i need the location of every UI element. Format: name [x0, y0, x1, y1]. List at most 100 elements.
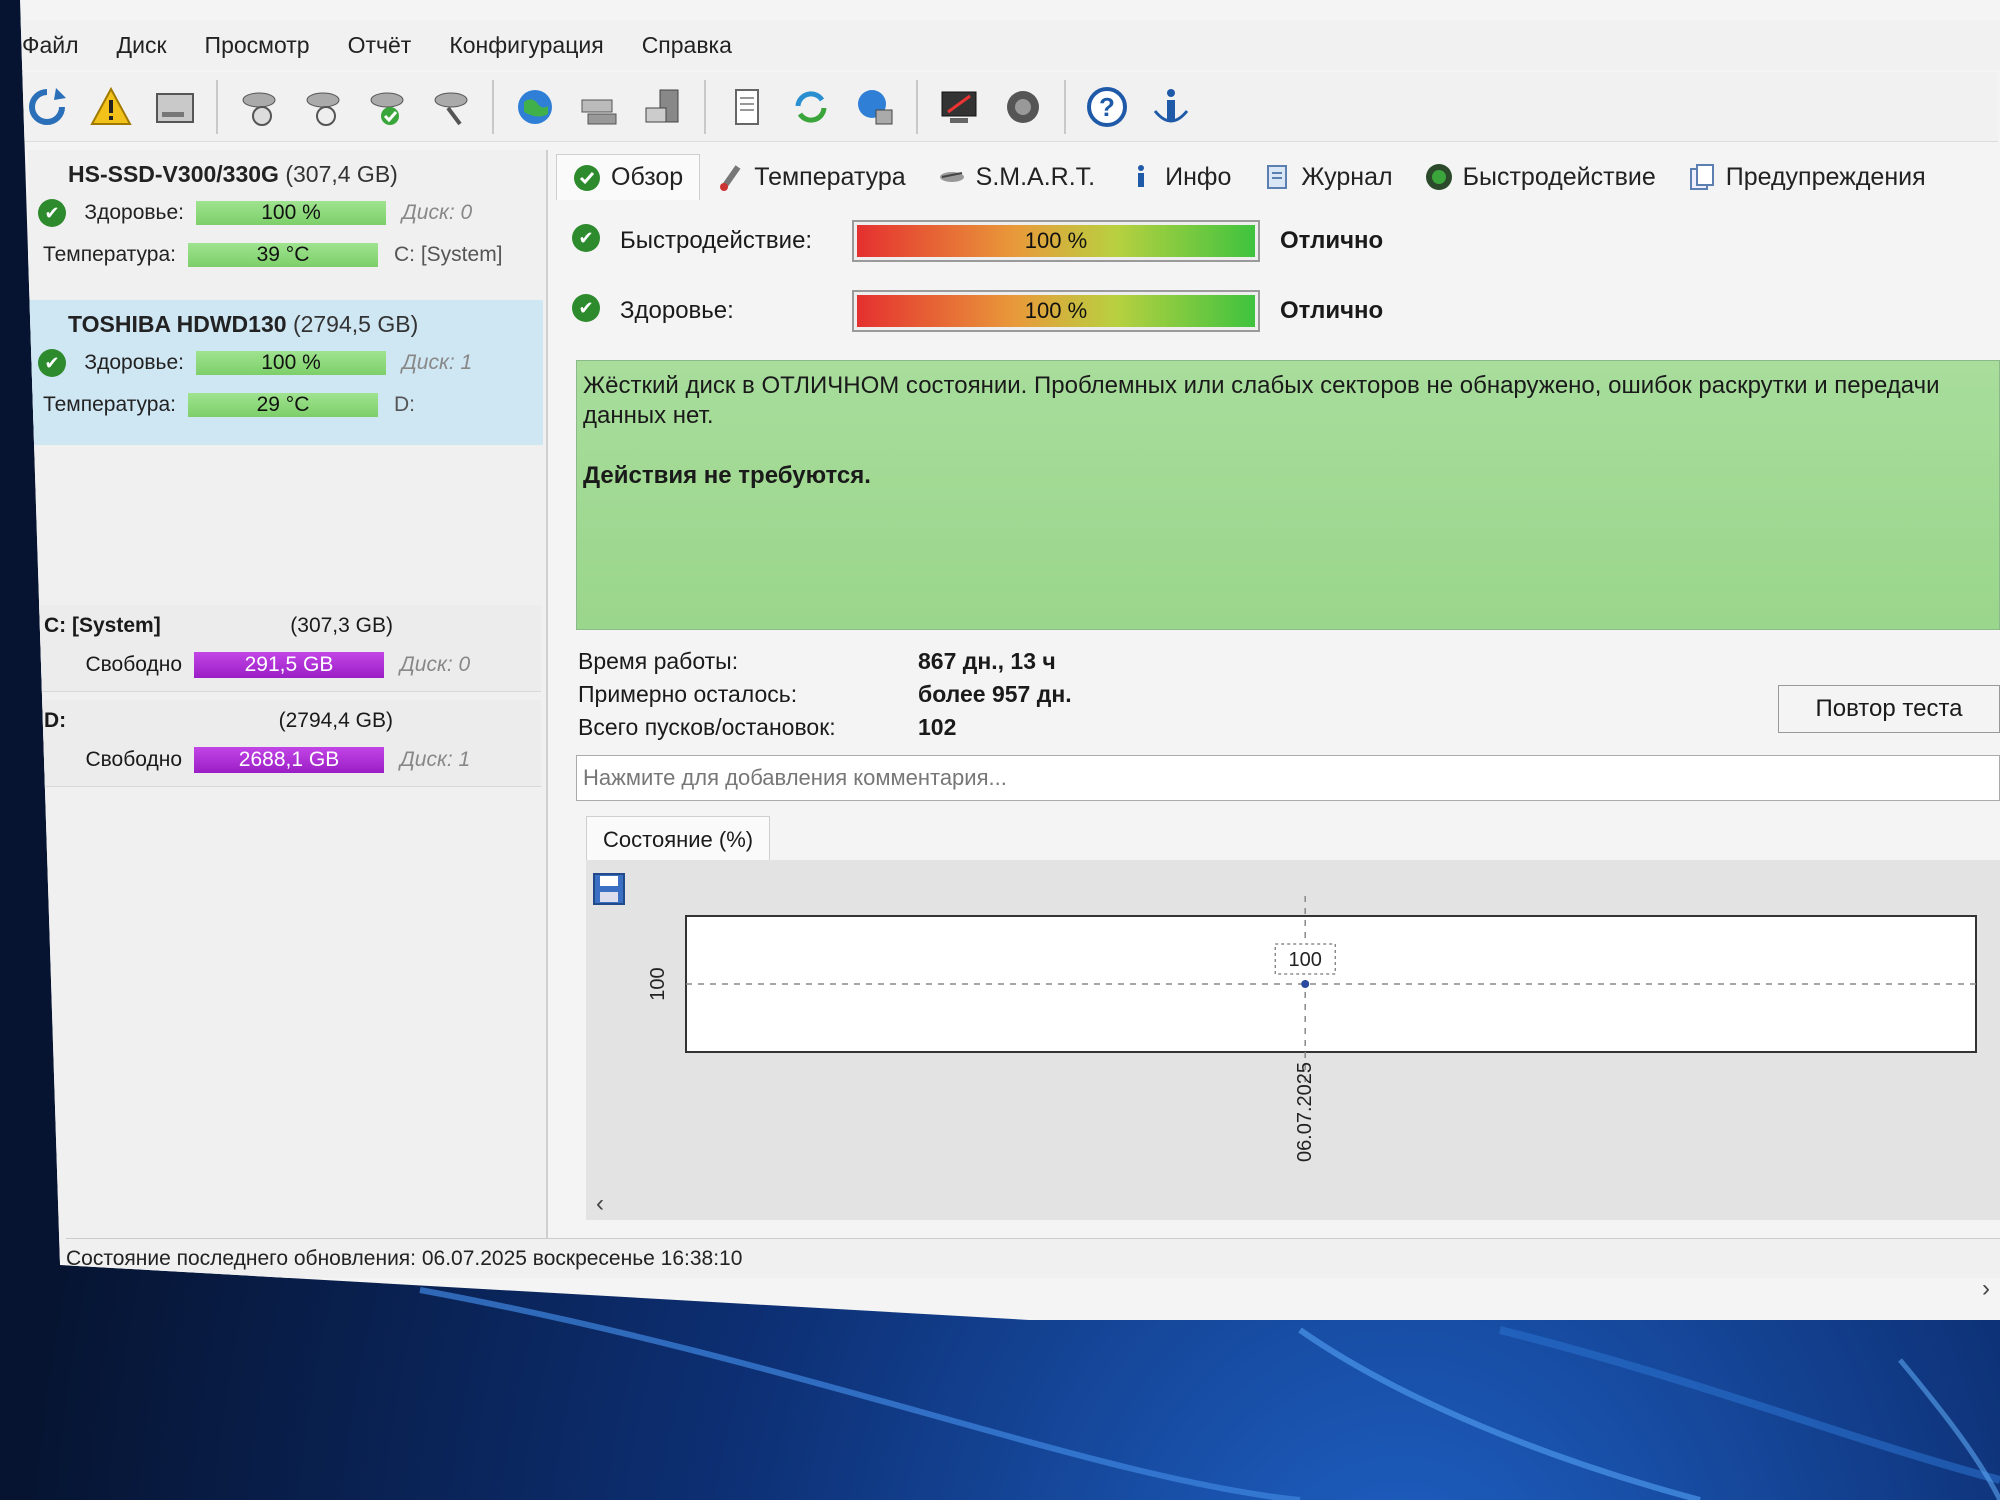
volume-card-d[interactable]: D: (2794,4 GB) Свободно 2688,1 GB Диск: … — [36, 700, 541, 787]
menu-config[interactable]: Конфигурация — [449, 32, 603, 59]
tab-journal[interactable]: Журнал — [1247, 154, 1408, 200]
uptime-value: 867 дн., 13 ч — [918, 648, 1056, 674]
free-space-bar: 291,5 GB — [194, 652, 384, 678]
disk-ok-icon[interactable] — [364, 84, 410, 130]
chart-x-tick-label: 06.07.2025 — [1294, 1062, 1316, 1162]
disk-volume: D: — [394, 393, 415, 416]
health-label: Здоровье: — [84, 351, 184, 374]
globe-icon[interactable] — [512, 84, 558, 130]
disk-b-icon[interactable] — [300, 84, 346, 130]
health-label-wrap: ✔ Здоровье: — [572, 294, 852, 325]
check-circle-icon — [573, 164, 601, 192]
stats-block: Время работы: 867 дн., 13 ч Примерно ост… — [578, 645, 1072, 744]
performance-meter: 100 % — [852, 220, 1260, 262]
status-bar: Состояние последнего обновления: 06.07.2… — [66, 1238, 2000, 1278]
volume-free-row: Свободно 291,5 GB Диск: 0 — [44, 643, 533, 687]
remaining-label: Примерно осталось: — [578, 681, 798, 707]
tab-smart[interactable]: S.M.A.R.T. — [922, 154, 1111, 200]
menu-file[interactable]: Файл — [22, 32, 79, 59]
disk-name: TOSHIBA HDWD130 — [68, 311, 287, 337]
tab-performance[interactable]: Быстродействие — [1409, 154, 1672, 200]
check-circle-icon: ✔ — [572, 224, 600, 252]
comment-input[interactable]: Нажмите для добавления комментария... — [576, 755, 2000, 801]
temp-label: Температура: — [42, 393, 176, 416]
action-text: Действия не требуются. — [583, 462, 871, 489]
stat-starts: Всего пусков/остановок: 102 — [578, 711, 1072, 744]
tab-info[interactable]: Инфо — [1111, 154, 1247, 200]
server-icon[interactable] — [640, 84, 686, 130]
tab-label: Температура — [754, 162, 906, 191]
save-icon[interactable] — [592, 872, 626, 906]
free-label: Свободно — [85, 748, 182, 771]
performance-row: ✔ Быстродействие: 100 % Отлично — [572, 220, 1383, 262]
disk-temp-row: Температура: 39 °C C: [System] — [38, 234, 533, 276]
tab-chart-status[interactable]: Состояние (%) — [586, 816, 771, 862]
menu-report[interactable]: Отчёт — [348, 32, 412, 59]
disk-capacity: (2794,5 GB) — [292, 311, 419, 337]
chart-point-label: 100 — [1289, 949, 1322, 971]
volume-card-c[interactable]: C: [System] (307,3 GB) Свободно 291,5 GB… — [36, 605, 541, 692]
disk-card-toshiba[interactable]: TOSHIBA HDWD130 (2794,5 GB) ✔ Здоровье: … — [28, 300, 543, 445]
disk-capacity: (307,4 GB) — [285, 161, 398, 187]
menu-help[interactable]: Справка — [642, 32, 732, 59]
drive-icon[interactable] — [152, 84, 198, 130]
menu-disk[interactable]: Диск — [117, 32, 167, 59]
info-icon — [1127, 163, 1155, 191]
warning-icon[interactable] — [88, 84, 134, 130]
disk-title: HS-SSD-V300/330G (307,4 GB) — [38, 156, 533, 192]
scroll-right-icon[interactable]: › — [1982, 1275, 1990, 1303]
network-icon[interactable] — [576, 84, 622, 130]
smart-icon — [938, 163, 966, 191]
tab-temperature[interactable]: Температура — [700, 154, 921, 200]
svg-text:?: ? — [1099, 92, 1115, 122]
chart-data-point — [1301, 980, 1310, 988]
document-icon[interactable] — [724, 84, 770, 130]
refresh-icon[interactable] — [24, 84, 70, 130]
health-meter-fill: 100 % — [857, 295, 1255, 327]
toolbar-separator — [704, 79, 706, 134]
health-row: ✔ Здоровье: 100 % Отлично — [572, 290, 1383, 332]
help-icon[interactable]: ? — [1084, 84, 1130, 130]
tab-warnings[interactable]: Предупреждения — [1672, 154, 1942, 200]
disk-a-icon[interactable] — [236, 84, 282, 130]
temp-bar: 29 °C — [188, 393, 378, 417]
free-label: Свободно — [85, 653, 182, 676]
disk-find-icon[interactable] — [428, 84, 474, 130]
journal-icon — [1263, 163, 1291, 191]
menu-view[interactable]: Просмотр — [205, 32, 310, 59]
disk-health-row: ✔ Здоровье: 100 % Диск: 0 — [38, 192, 533, 234]
temp-label: Температура: — [42, 243, 176, 266]
sync-icon[interactable] — [788, 84, 834, 130]
tab-label: Инфо — [1165, 162, 1232, 191]
disk-title: TOSHIBA HDWD130 (2794,5 GB) — [38, 306, 533, 342]
toolbar-separator — [492, 79, 494, 134]
globe-network-icon[interactable] — [852, 84, 898, 130]
disk-temp-row: Температура: 29 °C D: — [38, 384, 533, 426]
temp-bar: 39 °C — [188, 243, 378, 267]
health-bar: 100 % — [196, 201, 386, 225]
performance-meter-fill: 100 % — [857, 225, 1255, 257]
remaining-value: более 957 дн. — [918, 681, 1072, 707]
disk-number: Диск: 0 — [402, 201, 473, 224]
toolbar-separator — [1064, 79, 1066, 134]
volume-name: D: — [44, 709, 67, 732]
tab-overview[interactable]: Обзор — [556, 154, 701, 200]
info-icon[interactable] — [1148, 84, 1194, 130]
chart-area: 100 100 06.07.2025 ‹ — [586, 860, 2000, 1220]
disk-card-ssd[interactable]: HS-SSD-V300/330G (307,4 GB) ✔ Здоровье: … — [28, 150, 543, 295]
stat-remaining: Примерно осталось: более 957 дн. — [578, 678, 1072, 711]
status-text: Жёсткий диск в ОТЛИЧНОМ состоянии. Пробл… — [583, 372, 1940, 429]
tab-label: Журнал — [1301, 162, 1393, 191]
volume-free-row: Свободно 2688,1 GB Диск: 1 — [44, 738, 533, 782]
tab-label: Предупреждения — [1725, 162, 1926, 191]
disk-number: Диск: 1 — [400, 748, 471, 771]
speaker-icon[interactable] — [1000, 84, 1046, 130]
uptime-label: Время работы: — [578, 648, 739, 674]
warnings-icon — [1688, 163, 1716, 191]
retest-button[interactable]: Повтор теста — [1778, 685, 2000, 733]
performance-label: Быстродействие: — [620, 227, 813, 254]
health-meter: 100 % — [852, 290, 1260, 332]
overview-panel: ✔ Быстродействие: 100 % Отлично ✔ Здоров… — [556, 200, 2000, 1280]
monitor-icon[interactable] — [936, 84, 982, 130]
scroll-left-icon[interactable]: ‹ — [596, 1190, 604, 1218]
